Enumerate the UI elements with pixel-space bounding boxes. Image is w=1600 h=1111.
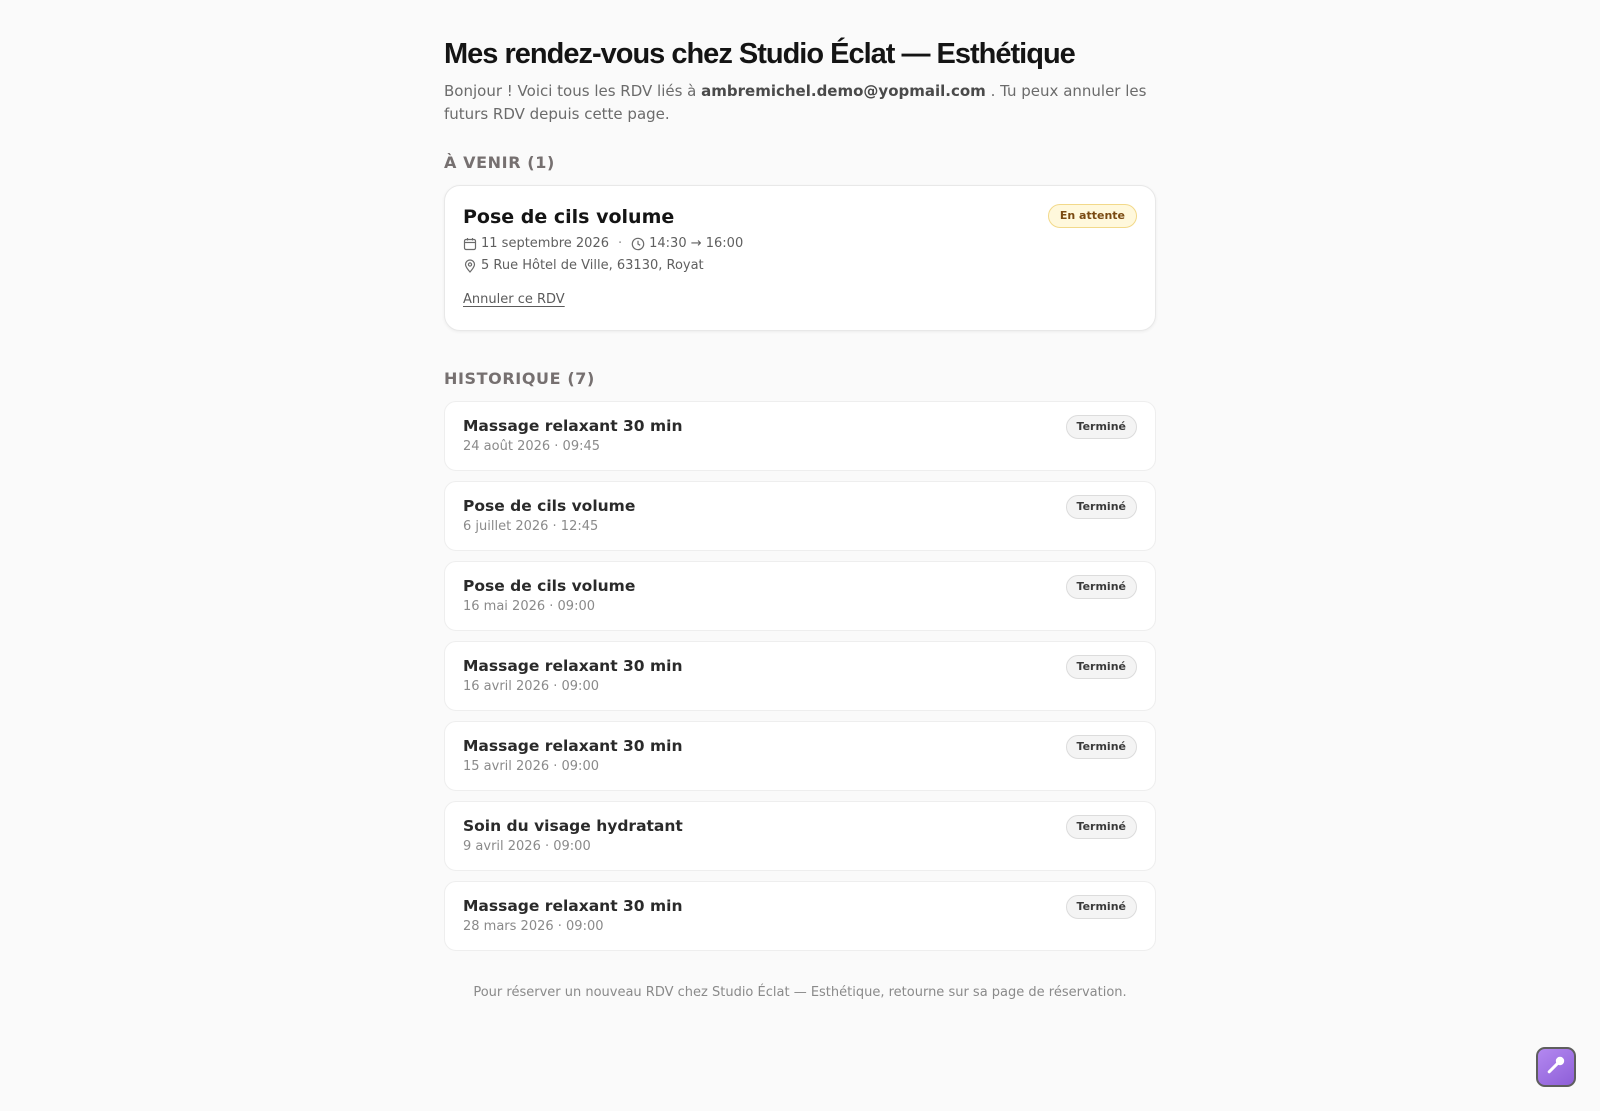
history-item: Massage relaxant 30 min 16 avril 2026 · …	[444, 641, 1156, 711]
wand-icon	[1545, 1054, 1567, 1080]
intro-text: Bonjour ! Voici tous les RDV liés à ambr…	[444, 80, 1156, 126]
history-service: Pose de cils volume	[463, 577, 636, 595]
history-item: Massage relaxant 30 min 28 mars 2026 · 0…	[444, 881, 1156, 951]
status-badge-done: Terminé	[1065, 415, 1137, 439]
history-datetime: 6 juillet 2026 · 12:45	[463, 519, 599, 534]
status-badge-done: Terminé	[1065, 575, 1137, 599]
page-title: Mes rendez-vous chez Studio Éclat — Esth…	[444, 38, 1076, 70]
cancel-appointment-link[interactable]: Annuler ce RDV	[463, 292, 565, 307]
footer-note: Pour réserver un nouveau RDV chez Studio…	[473, 985, 1127, 1000]
appointment-time: 14:30 → 16:00	[649, 236, 744, 251]
appointment-service: Pose de cils volume	[463, 206, 675, 228]
map-pin-icon	[463, 259, 477, 273]
appointment-address: 5 Rue Hôtel de Ville, 63130, Royat	[481, 258, 704, 273]
user-email: ambremichel.demo@yopmail.com	[701, 82, 986, 100]
status-badge-done: Terminé	[1065, 895, 1137, 919]
history-service: Pose de cils volume	[463, 497, 636, 515]
history-datetime: 16 avril 2026 · 09:00	[463, 679, 599, 694]
clock-icon	[631, 237, 645, 251]
status-badge-done: Terminé	[1065, 655, 1137, 679]
history-datetime: 9 avril 2026 · 09:00	[463, 839, 591, 854]
history-service: Massage relaxant 30 min	[463, 657, 683, 675]
intro-before: Bonjour ! Voici tous les RDV liés à	[444, 82, 697, 100]
history-service: Massage relaxant 30 min	[463, 897, 683, 915]
appointment-location: 5 Rue Hôtel de Ville, 63130, Royat	[463, 256, 1137, 276]
history-item: Massage relaxant 30 min 15 avril 2026 · …	[444, 721, 1156, 791]
upcoming-heading: À VENIR (1)	[444, 153, 555, 172]
history-datetime: 28 mars 2026 · 09:00	[463, 919, 604, 934]
floating-action-button[interactable]	[1536, 1047, 1576, 1087]
history-item: Massage relaxant 30 min 24 août 2026 · 0…	[444, 401, 1156, 471]
history-item: Pose de cils volume 6 juillet 2026 · 12:…	[444, 481, 1156, 551]
status-badge-done: Terminé	[1065, 495, 1137, 519]
status-badge-done: Terminé	[1065, 735, 1137, 759]
history-service: Massage relaxant 30 min	[463, 417, 683, 435]
appointment-datetime: 11 septembre 2026 · 14:30 → 16:00	[463, 234, 1137, 254]
calendar-icon	[463, 237, 477, 251]
history-datetime: 24 août 2026 · 09:45	[463, 439, 601, 454]
history-item: Soin du visage hydratant 9 avril 2026 · …	[444, 801, 1156, 871]
history-service: Soin du visage hydratant	[463, 817, 683, 835]
history-datetime: 15 avril 2026 · 09:00	[463, 759, 599, 774]
separator-dot: ·	[617, 236, 623, 251]
history-datetime: 16 mai 2026 · 09:00	[463, 599, 595, 614]
status-badge-done: Terminé	[1065, 815, 1137, 839]
upcoming-appointment-card: Pose de cils volume 11 septembre 2026 · …	[444, 185, 1156, 331]
history-item: Pose de cils volume 16 mai 2026 · 09:00 …	[444, 561, 1156, 631]
page-container: Mes rendez-vous chez Studio Éclat — Esth…	[444, 36, 1156, 1000]
status-badge-pending: En attente	[1047, 204, 1137, 228]
history-service: Massage relaxant 30 min	[463, 737, 683, 755]
history-heading: HISTORIQUE (7)	[444, 369, 595, 388]
history-list: Massage relaxant 30 min 24 août 2026 · 0…	[444, 401, 1156, 951]
appointment-date: 11 septembre 2026	[481, 236, 609, 251]
